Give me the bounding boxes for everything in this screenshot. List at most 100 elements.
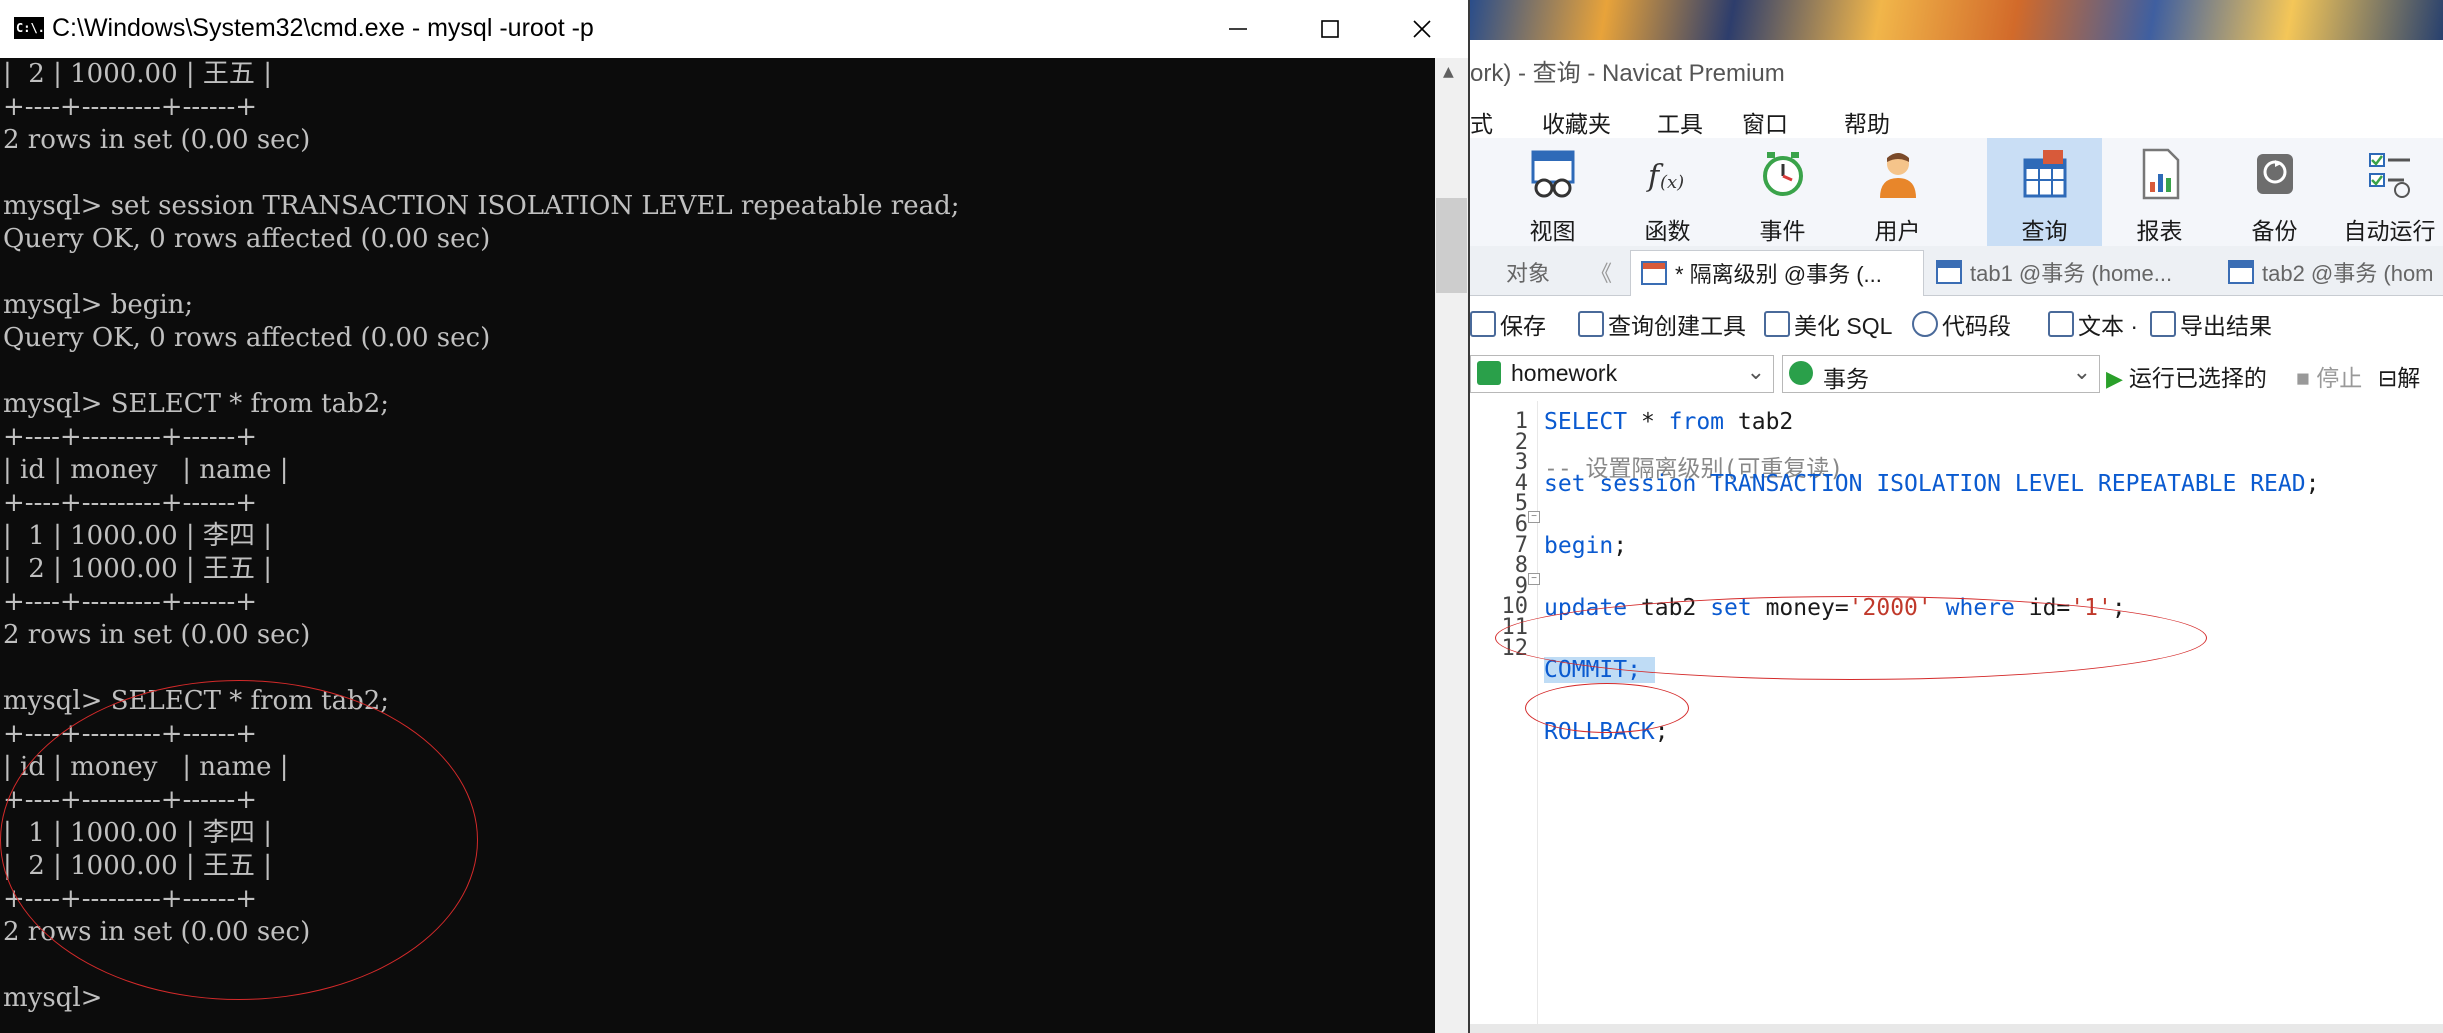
query-builder-button[interactable]: 查询创建工具 — [1578, 307, 1746, 341]
toolbar-event-button[interactable]: 事件 — [1725, 138, 1840, 246]
stop-button[interactable]: ■ 停止 — [2296, 359, 2362, 393]
toolbar-table-button[interactable]: 表 — [1470, 138, 1495, 246]
minimize-button[interactable] — [1192, 0, 1284, 58]
save-button[interactable]: 保存 — [1470, 307, 1546, 341]
console-line: | 2 | 1000.00 | 王五 | — [3, 554, 272, 584]
query-tab-icon — [1641, 261, 1667, 285]
function-icon: f (x) — [1646, 159, 1684, 194]
console-line: | 2 | 1000.00 | 王五 | — [3, 851, 272, 881]
console-line: +----+---------+------+ — [3, 785, 258, 815]
cmd-app-icon: C:\. — [14, 17, 45, 39]
console-line: | id | money | name | — [3, 752, 289, 782]
navicat-window: ork) - 查询 - Navicat Premium 式 收藏夹 工具 窗口 … — [1470, 0, 2443, 1033]
menu-item-help[interactable]: 帮助 — [1844, 105, 1890, 139]
toolbar-label-user: 用户 — [1874, 218, 1921, 244]
console-line: +----+---------+------+ — [3, 719, 258, 749]
console-line: | id | money | name | — [3, 455, 289, 485]
query-toolbar: 保存 查询创建工具 美化 SQL 代码段 文本 · 导出结果 — [1470, 297, 2443, 351]
maximize-icon — [1321, 20, 1339, 38]
console-line: +----+---------+------+ — [3, 422, 258, 452]
automation-icon — [2369, 153, 2410, 198]
console-line: | 1 | 1000.00 | 李四 | — [3, 818, 272, 848]
console-line: | 1 | 1000.00 | 李四 | — [3, 521, 272, 551]
tab-label: tab1 @事务 (home... — [1970, 261, 2173, 286]
svg-text:(x): (x) — [1660, 172, 1684, 193]
database-icon — [1789, 361, 1813, 385]
tab-tab1[interactable]: tab1 @事务 (home... — [1926, 250, 2174, 296]
console-line: mysql> SELECT * from tab2; — [3, 686, 390, 716]
tab-label: tab2 @事务 (hom — [2262, 261, 2434, 286]
text-icon — [2048, 311, 2074, 337]
toolbar-view-button[interactable]: 视图 — [1495, 138, 1610, 246]
menu-bar: 式 收藏夹 工具 窗口 帮助 — [1470, 99, 2443, 139]
console-scrollbar[interactable]: ▲ — [1435, 58, 1468, 1033]
run-selected-button[interactable]: ▶ 运行已选择的 — [2106, 359, 2267, 393]
toolbar-function-button[interactable]: f (x) 函数 — [1610, 138, 1725, 246]
tab-label: * 隔离级别 @事务 (... — [1675, 262, 1882, 287]
toolbar-label-report: 报表 — [2136, 218, 2183, 244]
toolbar-automation-button[interactable]: 自动运行 — [2332, 138, 2443, 246]
query-builder-icon — [1578, 311, 1604, 337]
menu-item-window[interactable]: 窗口 — [1742, 105, 1788, 139]
save-label: 保存 — [1500, 313, 1546, 339]
fold-marker-icon[interactable]: − — [1528, 511, 1540, 523]
minimize-icon — [1229, 28, 1247, 30]
menu-item-format[interactable]: 式 — [1470, 105, 1493, 139]
menu-item-favorites[interactable]: 收藏夹 — [1542, 105, 1611, 139]
tab-tab2[interactable]: tab2 @事务 (hom — [2218, 250, 2443, 296]
cmd-titlebar[interactable]: C:\. C:\Windows\System32\cmd.exe - mysql… — [0, 0, 1468, 58]
console-line: 2 rows in set (0.00 sec) — [3, 125, 311, 155]
run-label: 运行已选择的 — [2128, 365, 2267, 391]
code-line-8: update tab2 set money='2000' where id='1… — [1544, 595, 2126, 621]
snippet-icon — [1912, 311, 1938, 337]
main-toolbar: 表 视图 f(x) 函数 事件 用户 查询 报表 备份 — [1470, 138, 2443, 246]
snippet-label: 代码段 — [1942, 313, 2011, 339]
export-results-button[interactable]: 导出结果 — [2150, 307, 2272, 341]
explain-button[interactable]: ⊟解 — [2378, 359, 2420, 393]
toolbar-query-button[interactable]: 查询 — [1987, 138, 2102, 246]
tab-isolation-query[interactable]: * 隔离级别 @事务 (... — [1630, 250, 1924, 296]
toolbar-label-view: 视图 — [1529, 218, 1576, 244]
navicat-title: ork) - 查询 - Navicat Premium — [1470, 60, 1785, 87]
connection-bar: homework ⌄ 事务 ⌄ ▶ 运行已选择的 ■ 停止 ⊟解 — [1470, 351, 2443, 401]
scroll-up-icon[interactable]: ▲ — [1443, 64, 1454, 80]
console-line: +----+---------+------+ — [3, 488, 258, 518]
database-select[interactable]: 事务 ⌄ — [1782, 355, 2100, 393]
tab-scroll-left-icon[interactable]: 《 — [1590, 256, 1612, 288]
toolbar-report-button[interactable]: 报表 — [2102, 138, 2217, 246]
toolbar-user-button[interactable]: 用户 — [1840, 138, 1955, 246]
connection-select[interactable]: homework ⌄ — [1470, 355, 1774, 393]
fold-marker-icon[interactable]: − — [1528, 573, 1540, 585]
sql-editor[interactable]: 1 2 3 4 5 6 7 8 9 10 11 12 − − SELECT * from tab2 -… — [1470, 401, 2443, 1033]
database-value: 事务 — [1823, 366, 1869, 392]
tab-objects[interactable]: 对象 — [1470, 250, 1582, 296]
beautify-sql-button[interactable]: 美化 SQL — [1764, 307, 1892, 341]
connection-icon — [1477, 361, 1501, 385]
export-icon — [2150, 311, 2176, 337]
console-line: mysql> — [3, 983, 103, 1013]
console-line: +----+---------+------+ — [3, 884, 258, 914]
console-line: Query OK, 0 rows affected (0.00 sec) — [3, 323, 491, 353]
scrollbar-thumb[interactable] — [1436, 198, 1467, 293]
text-mode-button[interactable]: 文本 · — [2048, 307, 2138, 341]
toolbar-label-table: 表 — [1470, 212, 1495, 246]
close-button[interactable] — [1376, 0, 1468, 58]
toolbar-backup-button[interactable]: 备份 — [2217, 138, 2332, 246]
play-icon: ▶ — [2106, 366, 2123, 391]
chevron-down-icon: ⌄ — [1746, 359, 1765, 384]
backup-icon — [2257, 154, 2293, 194]
code-snippet-button[interactable]: 代码段 — [1912, 307, 2011, 341]
console-line: +----+---------+------+ — [3, 92, 258, 122]
line-number-gutter: 1 2 3 4 5 6 7 8 9 10 11 12 — [1470, 401, 1538, 1033]
console-line: mysql> begin; — [3, 290, 194, 320]
menu-item-tools[interactable]: 工具 — [1657, 105, 1703, 139]
maximize-button[interactable] — [1284, 0, 1376, 58]
console-line: 2 rows in set (0.00 sec) — [3, 917, 311, 947]
console-output[interactable]: | 2 | 1000.00 | 王五 | +----+---------+----… — [3, 58, 1435, 1033]
query-builder-label: 查询创建工具 — [1608, 313, 1746, 339]
console-line: Query OK, 0 rows affected (0.00 sec) — [3, 224, 491, 254]
